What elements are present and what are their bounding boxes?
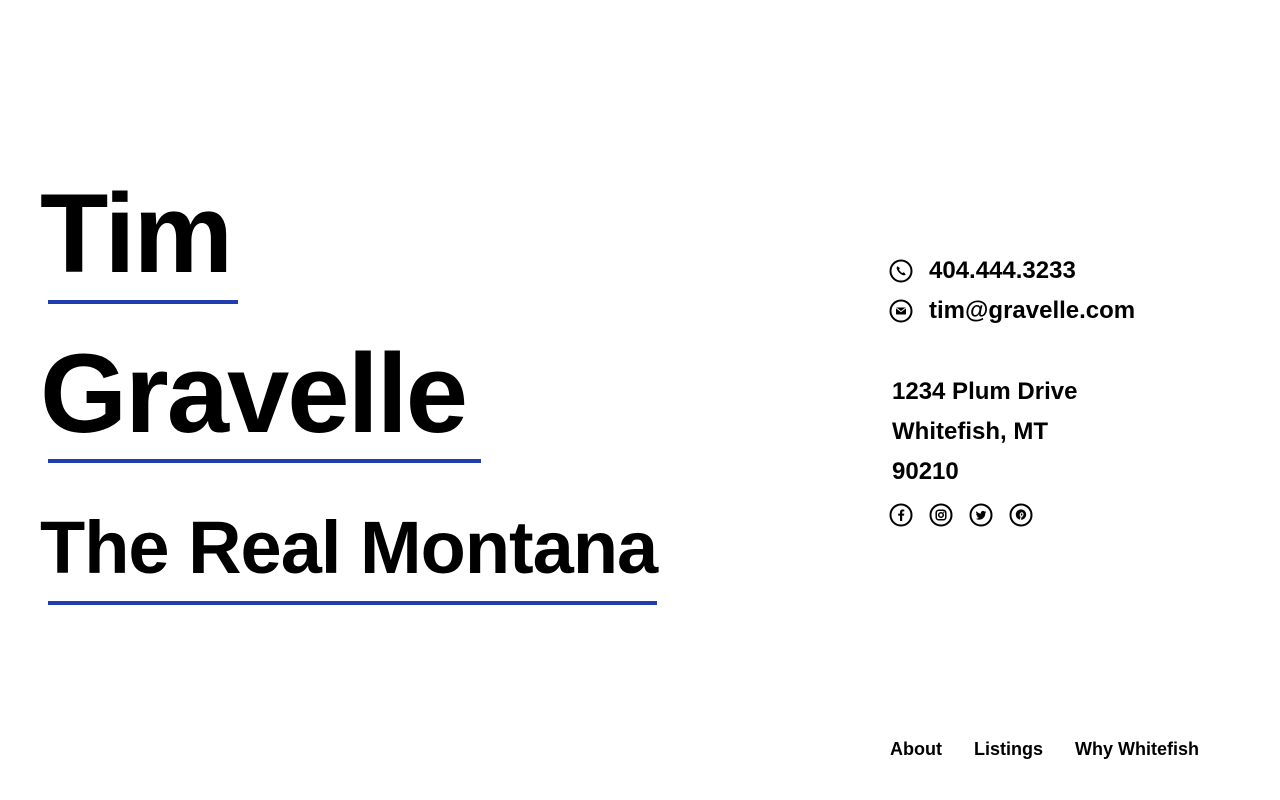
email-address[interactable]: tim@gravelle.com [929, 297, 1135, 325]
first-name-heading: Tim [40, 171, 233, 296]
email-row[interactable]: tim@gravelle.com [889, 296, 1249, 326]
phone-icon [889, 259, 913, 283]
address-city-state: Whitefish, MT [892, 418, 1048, 445]
instagram-icon[interactable] [929, 503, 953, 527]
address-zip: 90210 [892, 458, 959, 485]
address: 1234 Plum Drive Whitefish, MT 90210 [892, 372, 1077, 492]
address-street: 1234 Plum Drive [892, 378, 1078, 405]
phone-number[interactable]: 404.444.3233 [929, 257, 1076, 285]
nav-link-why-whitefish[interactable]: Why Whitefish [1075, 739, 1199, 760]
tagline-underline [48, 601, 657, 605]
first-name-underline [48, 300, 238, 304]
last-name-underline [48, 459, 481, 463]
phone-row[interactable]: 404.444.3233 [889, 256, 1249, 286]
nav-link-listings[interactable]: Listings [974, 739, 1043, 760]
social-links [889, 503, 1049, 527]
last-name-heading: Gravelle [40, 331, 468, 456]
nav-link-about[interactable]: About [890, 739, 942, 760]
bottom-nav: About Listings Why Whitefish [890, 739, 1199, 760]
envelope-icon [889, 299, 913, 323]
facebook-icon[interactable] [889, 503, 913, 527]
contact-info: 404.444.3233 tim@gravelle.com [889, 256, 1249, 336]
twitter-icon[interactable] [969, 503, 993, 527]
pinterest-icon[interactable] [1009, 503, 1033, 527]
tagline-heading: The Real Montana [40, 506, 658, 589]
